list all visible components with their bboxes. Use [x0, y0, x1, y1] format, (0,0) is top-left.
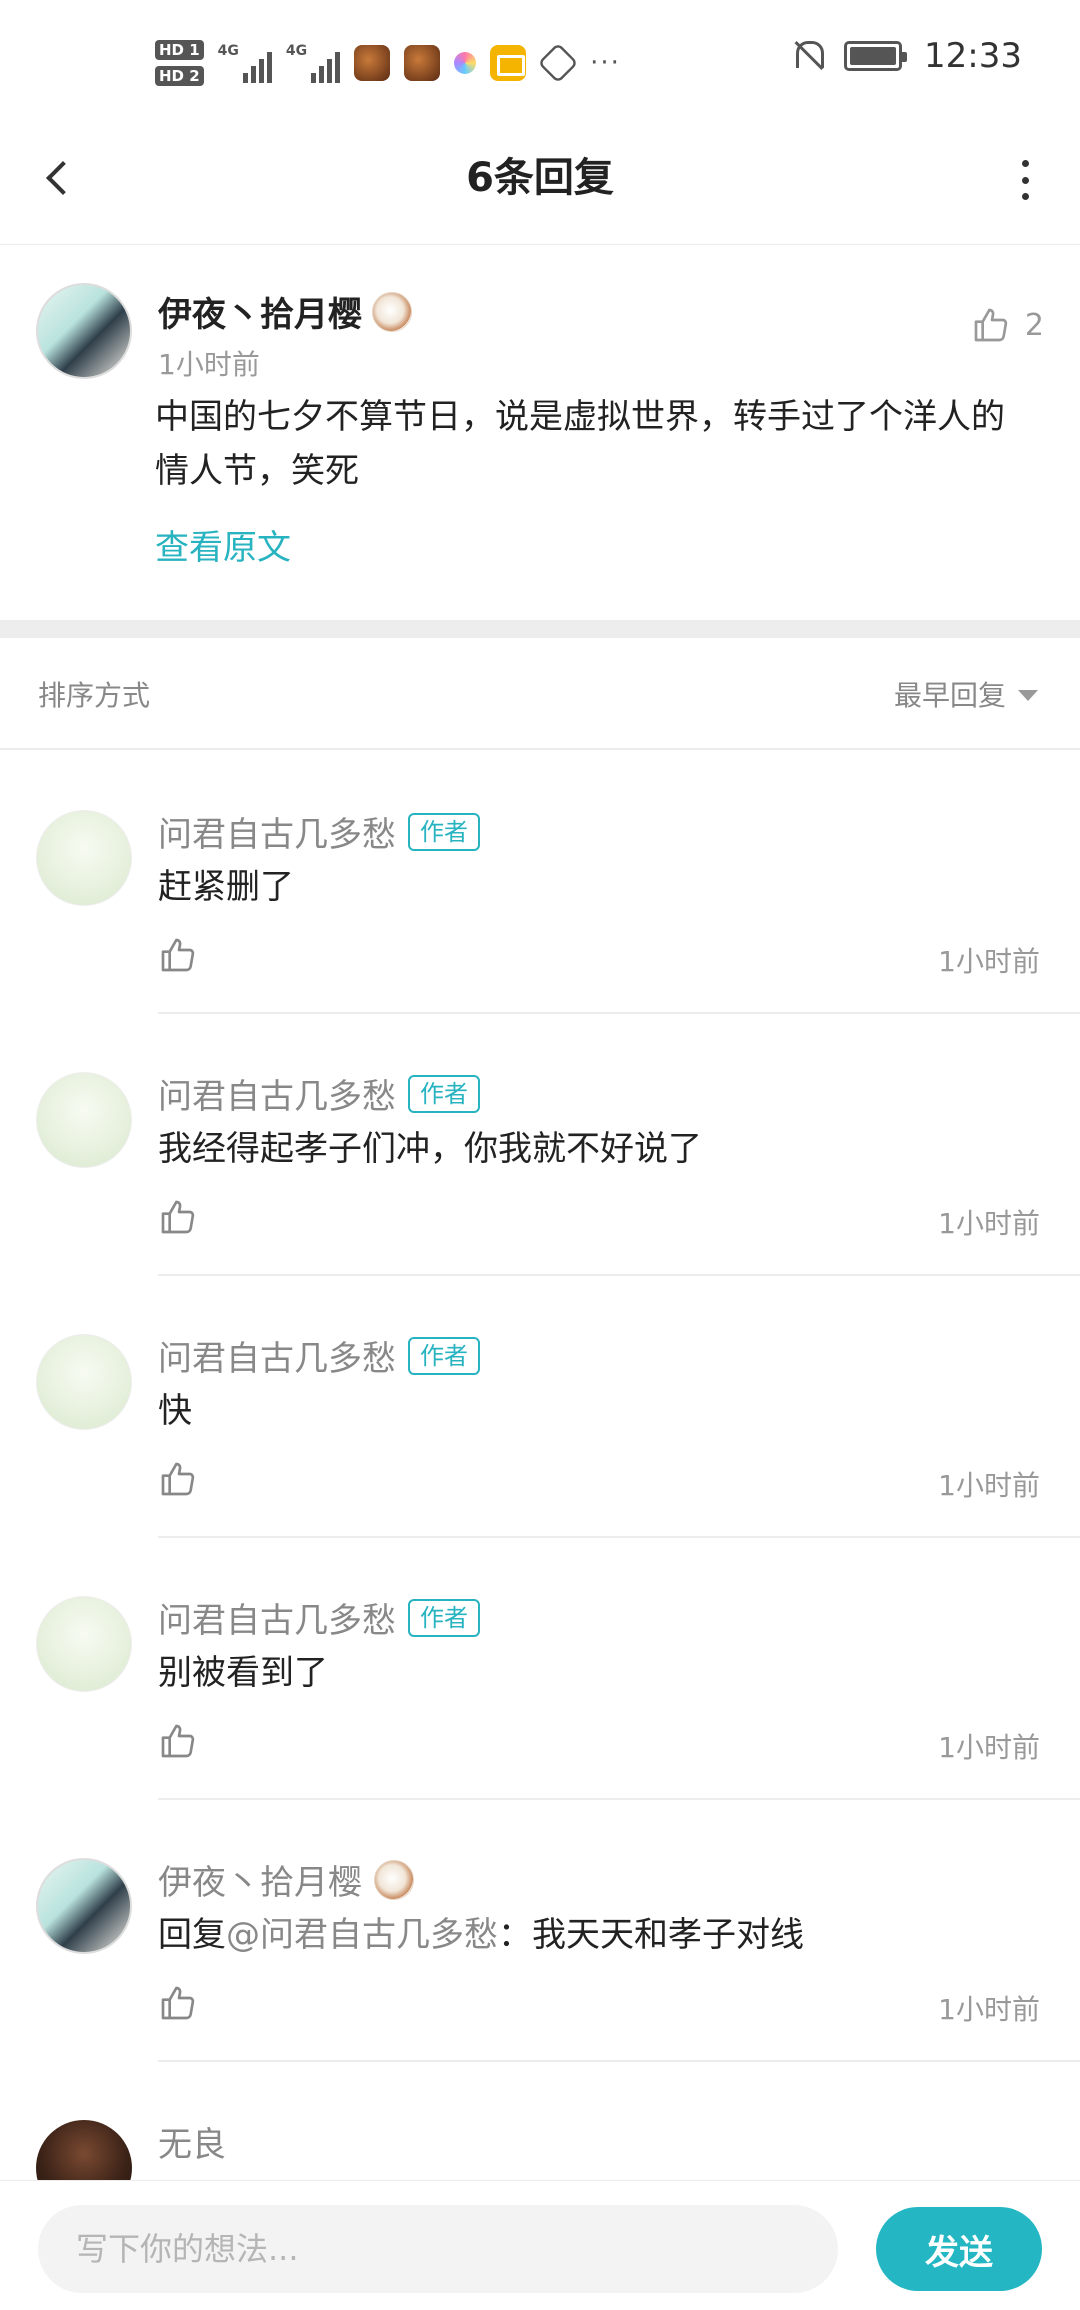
post-body: 中国的七夕不算节日，说是虚拟世界，转手过了个洋人的情人节，笑死 [155, 397, 1005, 491]
reply-author[interactable]: 问君自古几多愁 [158, 1593, 396, 1642]
like-button[interactable] [158, 935, 198, 975]
game-app-icon [404, 45, 441, 81]
thumbs-up-icon [161, 1724, 195, 1758]
reply-item: 问君自古几多愁 作者 赶紧删了 1小时前 [0, 752, 1080, 1014]
reply-text: 我经得起孝子们冲，你我就不好说了 [158, 1129, 702, 1169]
sort-dropdown[interactable]: 最早回复 [894, 674, 1038, 714]
author-tag: 作者 [408, 1336, 480, 1375]
like-button[interactable] [158, 1983, 198, 2023]
like-button[interactable] [158, 1197, 198, 1237]
color-dot-icon [454, 52, 477, 74]
like-button[interactable] [158, 1721, 198, 1761]
thumbs-up-icon [161, 1462, 195, 1496]
hd2-badge: HD 2 [155, 66, 204, 86]
signal-1-label: 4G [217, 43, 239, 59]
signal-1: 4G [218, 43, 272, 83]
post-author-name: 伊夜丶拾月樱 [158, 295, 362, 335]
user-badge-icon [372, 291, 412, 332]
header: 6条回复 [0, 120, 1080, 245]
reply-text: 别被看到了 [158, 1653, 328, 1693]
thumbs-up-icon [161, 1200, 195, 1234]
reply-author[interactable]: 无良 [158, 2117, 226, 2166]
screen: HD 1 HD 2 4G 4G ··· 12:33 6条回复 伊夜丶拾月樱 1小… [0, 0, 1080, 2310]
reply-head: 无良 [158, 2117, 226, 2166]
hand-icon [537, 42, 579, 84]
reply-author[interactable]: 问君自古几多愁 [158, 1069, 396, 1118]
more-notifications-icon: ··· [590, 48, 621, 78]
avatar[interactable] [36, 283, 132, 379]
reply-time: 1小时前 [938, 1207, 1040, 1240]
reply-text: 快 [158, 1391, 192, 1431]
status-bar: HD 1 HD 2 4G 4G ··· 12:33 [0, 0, 1080, 120]
user-badge-icon [374, 1859, 414, 1900]
reply-author[interactable]: 伊夜丶拾月樱 [158, 1855, 362, 1904]
mail-icon [490, 45, 527, 81]
sort-label: 排序方式 [38, 679, 151, 712]
section-divider [0, 620, 1080, 638]
reply-item: 问君自古几多愁 作者 我经得起孝子们冲，你我就不好说了 1小时前 [0, 1014, 1080, 1276]
like-button[interactable] [158, 1459, 198, 1499]
avatar[interactable] [36, 1858, 132, 1954]
reply-text-body: ：我天天和孝子对线 [498, 1915, 804, 1955]
reply-item: 问君自古几多愁 作者 别被看到了 1小时前 [0, 1538, 1080, 1800]
sort-value: 最早回复 [893, 679, 1006, 712]
more-menu-button[interactable] [1010, 155, 1040, 205]
post-like-button[interactable]: 2 [971, 305, 1044, 345]
hd-indicators: HD 1 HD 2 [155, 40, 204, 86]
author-tag: 作者 [408, 812, 480, 851]
reply-prefix: 回复 [158, 1915, 226, 1955]
reply-head: 问君自古几多愁 作者 [158, 1593, 480, 1642]
dot [1021, 160, 1029, 167]
thumbs-up-icon [161, 938, 195, 972]
clock: 12:33 [924, 36, 1022, 76]
original-post: 伊夜丶拾月樱 1小时前 2 中国的七夕不算节日，说是虚拟世界，转手过了个洋人的情… [0, 245, 1080, 620]
bell-muted-icon [792, 39, 825, 73]
view-original-link[interactable]: 查看原文 [155, 520, 291, 569]
reply-time: 1小时前 [938, 1993, 1040, 2026]
send-button[interactable]: 发送 [876, 2207, 1042, 2291]
signal-bars-icon [311, 49, 341, 83]
avatar[interactable] [36, 1596, 132, 1692]
avatar[interactable] [36, 1334, 132, 1430]
author-tag: 作者 [408, 1074, 480, 1113]
reply-text: 回复@问君自古几多愁：我天天和孝子对线 [158, 1910, 804, 1960]
page-title: 6条回复 [466, 155, 614, 201]
hd1-badge: HD 1 [155, 40, 204, 60]
reply-author[interactable]: 问君自古几多愁 [158, 807, 396, 856]
mention-link[interactable]: @问君自古几多愁 [226, 1915, 498, 1955]
reply-head: 问君自古几多愁 作者 [158, 1331, 480, 1380]
reply-item: 伊夜丶拾月樱 回复@问君自古几多愁：我天天和孝子对线 1小时前 [0, 1800, 1080, 2062]
reply-head: 问君自古几多愁 作者 [158, 1069, 480, 1118]
comment-input[interactable] [38, 2205, 838, 2293]
post-time: 1小时前 [158, 348, 260, 381]
reply-text: 赶紧删了 [158, 867, 294, 907]
reply-time: 1小时前 [938, 1731, 1040, 1764]
status-right: 12:33 [792, 36, 1022, 76]
reply-item: 问君自古几多愁 作者 快 1小时前 [0, 1276, 1080, 1538]
reply-time: 1小时前 [938, 1469, 1040, 1502]
sort-bar: 排序方式 最早回复 [0, 638, 1080, 750]
author-tag: 作者 [408, 1598, 480, 1637]
game-app-icon [354, 45, 391, 81]
battery-icon [844, 41, 908, 71]
dot [1021, 193, 1029, 200]
status-left: HD 1 HD 2 4G 4G ··· [155, 28, 621, 98]
signal-2: 4G [285, 43, 341, 83]
reply-head: 伊夜丶拾月樱 [158, 1855, 414, 1904]
post-author[interactable]: 伊夜丶拾月樱 [158, 287, 412, 336]
reply-author[interactable]: 问君自古几多愁 [158, 1331, 396, 1380]
avatar[interactable] [36, 1072, 132, 1168]
caret-down-icon [1018, 690, 1038, 701]
thumbs-up-icon [161, 1986, 195, 2020]
reply-head: 问君自古几多愁 作者 [158, 807, 480, 856]
thumbs-up-icon [974, 308, 1008, 342]
reply-time: 1小时前 [938, 945, 1040, 978]
signal-bars-icon [242, 49, 272, 83]
post-like-count: 2 [1024, 307, 1044, 343]
dot [1021, 176, 1029, 184]
avatar[interactable] [36, 810, 132, 906]
signal-2-label: 4G [285, 43, 308, 59]
comment-input-bar: 发送 [0, 2180, 1080, 2310]
